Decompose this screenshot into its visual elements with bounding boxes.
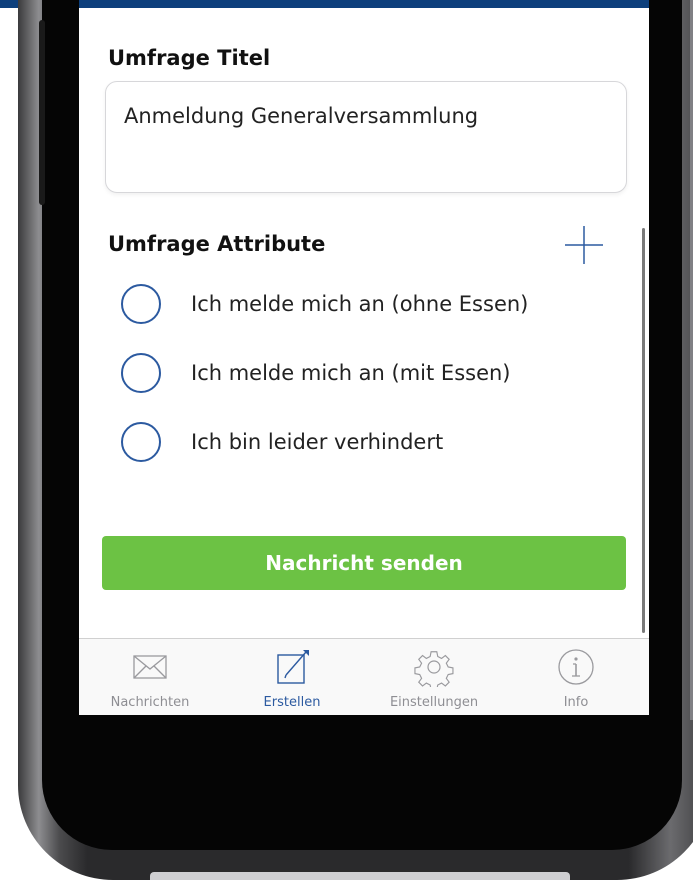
screenshot-stage: Umfrage Titel Anmeldung Generalversammlu… <box>0 0 693 880</box>
survey-title-input[interactable]: Anmeldung Generalversammlung <box>105 81 627 193</box>
survey-title-heading: Umfrage Titel <box>108 46 271 70</box>
app-header-bar <box>79 0 649 8</box>
envelope-icon <box>133 655 167 679</box>
compose-icon <box>277 650 309 684</box>
plus-icon <box>565 226 603 264</box>
attribute-option-1[interactable]: Ich melde mich an (ohne Essen) <box>121 284 621 328</box>
add-attribute-button[interactable] <box>564 225 604 265</box>
tab-nachrichten[interactable]: Nachrichten <box>79 639 221 715</box>
gear-icon <box>414 651 454 687</box>
info-icon <box>558 649 594 685</box>
tab-label: Nachrichten <box>110 695 190 710</box>
tab-einstellungen[interactable]: Einstellungen <box>363 639 505 715</box>
tab-label: Erstellen <box>263 695 321 710</box>
scrollbar[interactable] <box>642 228 645 633</box>
attribute-option-label: Ich melde mich an (ohne Essen) <box>191 292 529 316</box>
app-screen: Umfrage Titel Anmeldung Generalversammlu… <box>79 0 649 715</box>
tab-erstellen[interactable]: Erstellen <box>221 639 363 715</box>
attribute-option-2[interactable]: Ich melde mich an (mit Essen) <box>121 353 621 397</box>
send-message-button[interactable]: Nachricht senden <box>102 536 626 590</box>
attribute-option-label: Ich bin leider verhindert <box>191 430 444 454</box>
radio-button[interactable] <box>121 422 161 462</box>
tab-info[interactable]: Info <box>505 639 647 715</box>
phone-bottom-edge <box>150 872 570 880</box>
radio-button[interactable] <box>121 284 161 324</box>
tab-bar: Nachrichten Erstellen Einstellungen Info <box>79 638 649 715</box>
survey-title-value: Anmeldung Generalversammlung <box>124 104 479 128</box>
phone-side-button <box>39 20 45 205</box>
survey-attributes-heading: Umfrage Attribute <box>108 232 326 256</box>
tab-label: Einstellungen <box>389 695 479 710</box>
attribute-option-label: Ich melde mich an (mit Essen) <box>191 361 511 385</box>
attribute-option-3[interactable]: Ich bin leider verhindert <box>121 422 621 466</box>
tab-label: Info <box>563 695 589 710</box>
radio-button[interactable] <box>121 353 161 393</box>
